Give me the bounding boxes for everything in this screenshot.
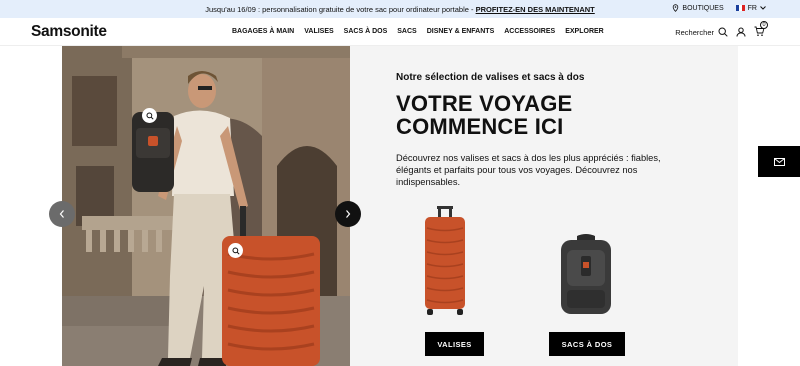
- zoom-button-suitcase[interactable]: [228, 243, 243, 258]
- chevron-down-icon: [760, 6, 766, 10]
- hero-subtitle: Notre sélection de valises et sacs à dos: [396, 72, 585, 83]
- location-pin-icon: [673, 4, 679, 12]
- hero-title-line-2: COMMENCE ICI: [396, 114, 564, 139]
- account-icon[interactable]: [736, 27, 746, 37]
- stores-link[interactable]: BOUTIQUES: [672, 4, 724, 12]
- zoom-icon: [145, 111, 154, 120]
- cart-button[interactable]: 0: [754, 21, 768, 38]
- nav-item-suitcases[interactable]: VALISES: [304, 28, 333, 35]
- carousel-prev-button[interactable]: [49, 201, 75, 227]
- promo-link[interactable]: PROFITEZ-EN DES MAINTENANT: [476, 5, 595, 14]
- main-header: Samsonite BAGAGES À MAIN VALISES SACS À …: [0, 18, 800, 46]
- hero-description: Découvrez nos valises et sacs à dos les …: [396, 153, 661, 187]
- hero-title-line-1: VOTRE VOYAGE: [396, 91, 573, 116]
- carousel-next-button[interactable]: [335, 201, 361, 227]
- chevron-left-icon: [59, 210, 64, 218]
- language-selector[interactable]: FR: [735, 4, 766, 12]
- nav-item-accessories[interactable]: ACCESSOIRES: [504, 28, 555, 35]
- zoom-button-backpack[interactable]: [142, 108, 157, 123]
- promo-text: Jusqu'au 16/09 : personnalisation gratui…: [205, 5, 476, 14]
- search-icon[interactable]: [718, 27, 728, 37]
- chevron-right-icon: [346, 210, 351, 218]
- nav-item-bags[interactable]: SACS: [397, 28, 416, 35]
- mail-icon: [773, 157, 785, 166]
- samsonite-logo[interactable]: Samsonite: [31, 23, 107, 41]
- cart-count-badge: 0: [760, 21, 768, 29]
- hero-title: VOTRE VOYAGE COMMENCE ICI: [396, 92, 572, 138]
- hero-photo: [62, 46, 350, 366]
- nav-item-explore[interactable]: EXPLORER: [565, 28, 604, 35]
- zoom-icon: [231, 246, 240, 255]
- orange-suitcase-image: [425, 206, 465, 315]
- nav-item-carry-on[interactable]: BAGAGES À MAIN: [232, 28, 294, 35]
- newsletter-tab[interactable]: [758, 146, 800, 177]
- traveler-photo-illustration: [62, 46, 350, 366]
- language-label: FR: [747, 4, 757, 12]
- backpack-product-image[interactable]: [557, 234, 615, 316]
- suitcases-cta-button[interactable]: VALISES: [425, 332, 484, 356]
- french-flag-icon: [735, 5, 745, 11]
- search-label[interactable]: Rechercher: [675, 28, 714, 37]
- grey-backpack-image: [561, 234, 611, 314]
- stores-label: BOUTIQUES: [682, 4, 724, 12]
- nav-item-disney-kids[interactable]: DISNEY & ENFANTS: [427, 28, 495, 35]
- main-nav: BAGAGES À MAIN VALISES SACS À DOS SACS D…: [232, 28, 604, 35]
- backpacks-cta-button[interactable]: SACS À DOS: [549, 332, 625, 356]
- nav-item-backpacks[interactable]: SACS À DOS: [344, 28, 388, 35]
- promo-bar: Jusqu'au 16/09 : personnalisation gratui…: [0, 0, 800, 18]
- suitcase-product-image[interactable]: [422, 206, 468, 316]
